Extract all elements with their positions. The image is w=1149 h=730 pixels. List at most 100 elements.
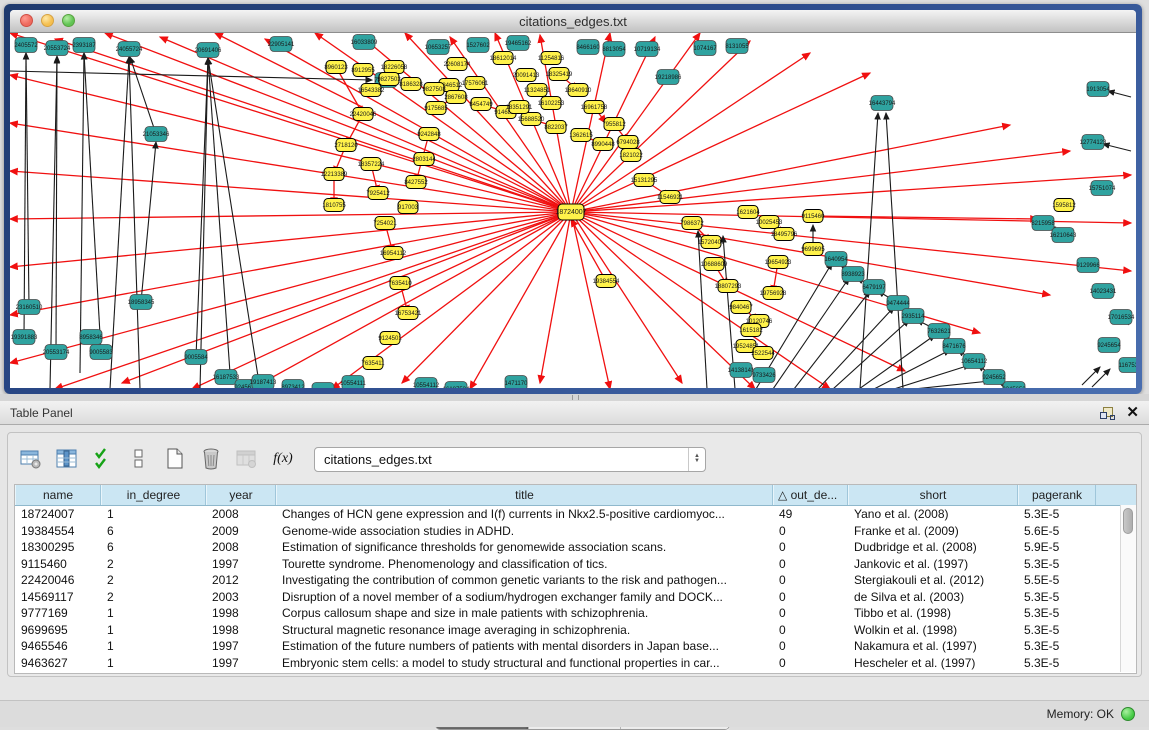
- graph-edge: [402, 212, 571, 383]
- close-window-button[interactable]: [20, 14, 33, 27]
- table-cell: Jankovic et al. (1997): [848, 556, 1018, 573]
- table-settings-icon[interactable]: [16, 445, 46, 473]
- table-vertical-scrollbar[interactable]: [1120, 505, 1136, 672]
- table-cell: Structural magnetic resonance image aver…: [276, 622, 773, 639]
- scrollbar-thumb[interactable]: [1123, 508, 1133, 534]
- graph-node-label: 23160510: [16, 305, 43, 311]
- column-header-outde[interactable]: △ out_de...: [773, 485, 848, 505]
- graph-node-label: 9129966: [1076, 263, 1100, 269]
- zoom-window-button[interactable]: [62, 14, 75, 27]
- minimize-window-button[interactable]: [41, 14, 54, 27]
- graph-node-label: 9115460: [802, 214, 826, 220]
- table-row[interactable]: 969969511998Structural magnetic resonanc…: [15, 622, 1136, 639]
- table-cell: 5.3E-5: [1018, 622, 1096, 639]
- table-row[interactable]: 946554611997Estimation of the future num…: [15, 638, 1136, 655]
- graph-edge: [914, 381, 990, 388]
- new-table-icon[interactable]: [160, 445, 190, 473]
- window-titlebar[interactable]: citations_edges.txt: [10, 10, 1136, 33]
- table-cell: 2: [101, 556, 206, 573]
- graph-edge: [10, 71, 372, 80]
- column-header-year[interactable]: year: [206, 485, 276, 505]
- table-cell: 0: [773, 572, 848, 589]
- table-row[interactable]: 1830029562008Estimation of significance …: [15, 539, 1136, 556]
- graph-node-label: 22608174: [444, 62, 471, 68]
- graph-node-label: 16187533: [213, 375, 240, 381]
- table-cell: Hescheler et al. (1997): [848, 655, 1018, 672]
- table-cell: 6: [101, 539, 206, 556]
- graph-node-label: 19384554: [593, 279, 620, 285]
- graph-node-label: 1821022: [619, 153, 643, 159]
- graph-node-label: 7986372: [680, 221, 704, 227]
- table-cell: 2: [101, 589, 206, 606]
- table-cell: 1997: [206, 638, 276, 655]
- graph-node-label: 11254816: [538, 56, 565, 62]
- import-table-icon[interactable]: [232, 445, 262, 473]
- close-panel-icon[interactable]: ✕: [1126, 406, 1139, 420]
- table-cell: 22420046: [15, 572, 101, 589]
- table-cell: 2: [101, 572, 206, 589]
- table-cell: 0: [773, 539, 848, 556]
- table-row[interactable]: 2242004622012Investigating the contribut…: [15, 572, 1136, 589]
- show-columns-icon[interactable]: [52, 445, 82, 473]
- graph-node-label: 18325419: [546, 72, 573, 78]
- table-panel: Table Panel ✕: [0, 401, 1149, 700]
- select-all-icon[interactable]: [88, 445, 118, 473]
- graph-node-label: 1615182: [739, 328, 763, 334]
- panel-divider[interactable]: [0, 394, 1149, 401]
- graph-edge: [470, 212, 571, 388]
- table-cell: 1: [101, 622, 206, 639]
- graph-node-label: 18351291: [506, 105, 533, 111]
- graph-edge: [571, 212, 755, 388]
- delete-table-icon[interactable]: [196, 445, 226, 473]
- memory-status-icon[interactable]: [1121, 707, 1135, 721]
- graph-node-label: 1074167: [693, 46, 717, 52]
- table-cell: 9465546: [15, 638, 101, 655]
- table-select-dropdown[interactable]: citations_edges.txt ▲▼: [314, 447, 706, 472]
- graph-node-label: 1640954: [824, 257, 848, 263]
- table-cell: Stergiakouli et al. (2012): [848, 572, 1018, 589]
- table-row[interactable]: 1938455462009Genome-wide association stu…: [15, 523, 1136, 540]
- function-builder-icon[interactable]: f(x): [268, 445, 298, 473]
- graph-node-label: 16187534: [443, 387, 470, 388]
- table-row[interactable]: 1456911722003Disruption of a novel membe…: [15, 589, 1136, 606]
- table-cell: 0: [773, 622, 848, 639]
- graph-node-label: 1913054: [1086, 87, 1110, 93]
- graph-node-label: 9699695: [801, 247, 825, 253]
- table-cell: 1: [101, 506, 206, 523]
- table-row[interactable]: 1872400712008Changes of HCN gene express…: [15, 506, 1136, 523]
- table-row[interactable]: 946362711997Embryonic stem cells: a mode…: [15, 655, 1136, 672]
- graph-node-label: 9245652: [982, 375, 1006, 381]
- citation-network-graph[interactable]: 2405572205537242393187240557242069140622…: [10, 33, 1136, 388]
- table-row[interactable]: 977716911998Corpus callosum shape and si…: [15, 605, 1136, 622]
- graph-node-label: 9245653: [1002, 387, 1026, 388]
- graph-node-label: 8990448: [591, 142, 615, 148]
- graph-node-label: 12774123: [1080, 140, 1107, 146]
- column-header-pagerank[interactable]: pagerank: [1018, 485, 1096, 505]
- graph-node-label: 2935114: [902, 314, 926, 320]
- table-cell: Franke et al. (2009): [848, 523, 1018, 540]
- graph-node-label: 16102253: [538, 101, 565, 107]
- dropdown-stepper-icon: ▲▼: [688, 448, 705, 471]
- table-row[interactable]: 911546021997Tourette syndrome. Phenomeno…: [15, 556, 1136, 573]
- table-cell: 5.3E-5: [1018, 605, 1096, 622]
- graph-node-label: 15720407: [698, 240, 725, 246]
- checkboxes-icon[interactable]: [124, 445, 154, 473]
- column-header-indegree[interactable]: in_degree: [101, 485, 206, 505]
- graph-node-label: 8427552: [404, 180, 428, 186]
- column-header-short[interactable]: short: [848, 485, 1018, 505]
- table-cell: 0: [773, 556, 848, 573]
- graph-node-label: 16753421: [395, 311, 422, 317]
- graph-edge: [1103, 144, 1131, 151]
- column-header-title[interactable]: title: [276, 485, 773, 505]
- node-table[interactable]: namein_degreeyeartitle△ out_de...shortpa…: [14, 484, 1137, 674]
- column-header-name[interactable]: name: [15, 485, 101, 505]
- table-cell: 1: [101, 655, 206, 672]
- graph-node-label: 16961758: [581, 105, 608, 111]
- table-cell: 1998: [206, 622, 276, 639]
- float-panel-icon[interactable]: [1100, 407, 1114, 419]
- graph-node-label: 18807293: [715, 284, 742, 290]
- network-canvas[interactable]: 2405572205537242393187240557242069140622…: [10, 33, 1136, 388]
- table-panel-header: Table Panel ✕: [0, 401, 1149, 425]
- graph-node-label: 7925412: [366, 191, 390, 197]
- table-cell: 19384554: [15, 523, 101, 540]
